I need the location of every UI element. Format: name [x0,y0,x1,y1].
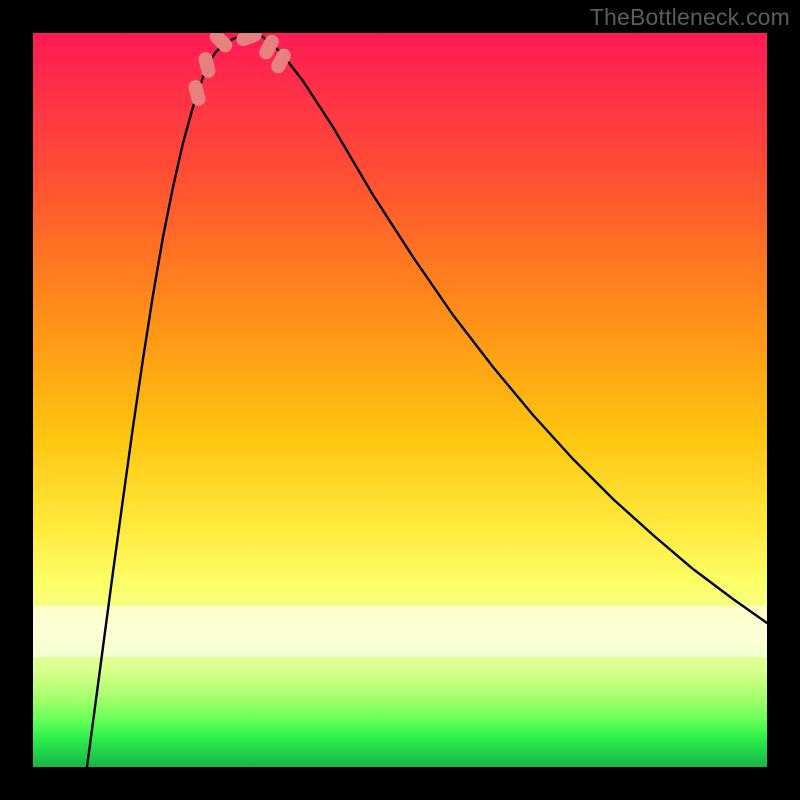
bottleneck-curve [87,34,767,767]
watermark-text: TheBottleneck.com [590,4,790,31]
plot-area [33,33,767,767]
curve-svg [33,33,767,767]
chart-frame: TheBottleneck.com [0,0,800,800]
